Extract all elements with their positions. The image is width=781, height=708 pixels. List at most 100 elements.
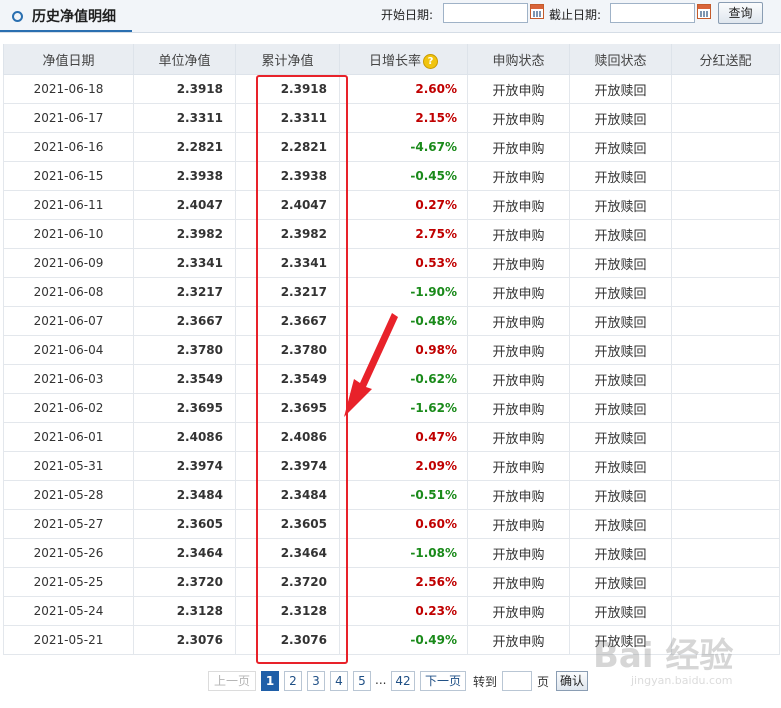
page-button-4[interactable]: 4 — [330, 671, 348, 691]
dividend-cell — [671, 567, 780, 597]
redemption-status-cell: 开放赎回 — [569, 364, 672, 394]
unit-nav-cell: 2.3605 — [133, 509, 236, 539]
nav-date-cell: 2021-06-16 — [3, 132, 134, 162]
end-date-input[interactable] — [610, 3, 695, 23]
start-date-input[interactable] — [443, 3, 528, 23]
unit-nav-cell: 2.3311 — [133, 103, 236, 133]
page-button-5[interactable]: 5 — [353, 671, 371, 691]
accumulated-nav-cell: 2.3918 — [235, 74, 340, 104]
daily-growth-cell: -1.90% — [339, 277, 468, 307]
redemption-status-cell: 开放赎回 — [569, 422, 672, 452]
redemption-status-cell: 开放赎回 — [569, 219, 672, 249]
table-row: 2021-05-27 2.3605 2.3605 0.60% 开放申购 开放赎回 — [3, 509, 780, 539]
dividend-cell — [671, 509, 780, 539]
page-button-3[interactable]: 3 — [307, 671, 325, 691]
column-header-dividend: 分红送配 — [671, 44, 780, 75]
daily-growth-cell: 2.75% — [339, 219, 468, 249]
page-button-1[interactable]: 1 — [261, 671, 279, 691]
table-row: 2021-05-24 2.3128 2.3128 0.23% 开放申购 开放赎回 — [3, 596, 780, 626]
purchase-status-cell: 开放申购 — [467, 596, 570, 626]
goto-page-input[interactable] — [502, 671, 532, 691]
daily-growth-cell: 2.60% — [339, 74, 468, 104]
page-button-last[interactable]: 42 — [391, 671, 415, 691]
purchase-status-cell: 开放申购 — [467, 625, 570, 655]
confirm-button[interactable]: 确认 — [556, 671, 588, 691]
purchase-status-cell: 开放申购 — [467, 480, 570, 510]
purchase-status-cell: 开放申购 — [467, 393, 570, 423]
table-row: 2021-06-10 2.3982 2.3982 2.75% 开放申购 开放赎回 — [3, 219, 780, 249]
nav-date-cell: 2021-06-11 — [3, 190, 134, 220]
redemption-status-cell: 开放赎回 — [569, 306, 672, 336]
purchase-status-cell: 开放申购 — [467, 132, 570, 162]
page-unit-label: 页 — [537, 675, 550, 689]
purchase-status-cell: 开放申购 — [467, 567, 570, 597]
nav-date-cell: 2021-05-31 — [3, 451, 134, 481]
dividend-cell — [671, 451, 780, 481]
dividend-cell — [671, 103, 780, 133]
column-header-accumulated-nav: 累计净值 — [235, 44, 340, 75]
nav-date-cell: 2021-06-03 — [3, 364, 134, 394]
accumulated-nav-cell: 2.3311 — [235, 103, 340, 133]
dividend-cell — [671, 306, 780, 336]
column-header-daily-growth: 日增长率? — [339, 44, 468, 75]
daily-growth-cell: -0.51% — [339, 480, 468, 510]
table-row: 2021-06-09 2.3341 2.3341 0.53% 开放申购 开放赎回 — [3, 248, 780, 278]
nav-date-cell: 2021-05-25 — [3, 567, 134, 597]
nav-date-cell: 2021-05-24 — [3, 596, 134, 626]
daily-growth-cell: 2.56% — [339, 567, 468, 597]
column-header-unit-nav: 单位净值 — [133, 44, 236, 75]
unit-nav-cell: 2.3974 — [133, 451, 236, 481]
accumulated-nav-cell: 2.3974 — [235, 451, 340, 481]
redemption-status-cell: 开放赎回 — [569, 625, 672, 655]
question-icon[interactable]: ? — [423, 53, 438, 69]
daily-growth-cell: 2.09% — [339, 451, 468, 481]
table-row: 2021-05-28 2.3484 2.3484 -0.51% 开放申购 开放赎回 — [3, 480, 780, 510]
dividend-cell — [671, 335, 780, 365]
page-button-2[interactable]: 2 — [284, 671, 302, 691]
calendar-icon[interactable] — [530, 4, 544, 19]
unit-nav-cell: 2.3918 — [133, 74, 236, 104]
purchase-status-cell: 开放申购 — [467, 306, 570, 336]
unit-nav-cell: 2.3217 — [133, 277, 236, 307]
redemption-status-cell: 开放赎回 — [569, 509, 672, 539]
nav-date-cell: 2021-06-15 — [3, 161, 134, 191]
dividend-cell — [671, 132, 780, 162]
unit-nav-cell: 2.3464 — [133, 538, 236, 568]
redemption-status-cell: 开放赎回 — [569, 132, 672, 162]
end-date-label: 截止日期: — [549, 8, 602, 22]
table-row: 2021-05-25 2.3720 2.3720 2.56% 开放申购 开放赎回 — [3, 567, 780, 597]
daily-growth-cell: 0.60% — [339, 509, 468, 539]
accumulated-nav-cell: 2.3938 — [235, 161, 340, 191]
dividend-cell — [671, 480, 780, 510]
nav-date-cell: 2021-06-01 — [3, 422, 134, 452]
table-row: 2021-05-26 2.3464 2.3464 -1.08% 开放申购 开放赎回 — [3, 538, 780, 568]
accumulated-nav-cell: 2.4086 — [235, 422, 340, 452]
dividend-cell — [671, 364, 780, 394]
unit-nav-cell: 2.2821 — [133, 132, 236, 162]
purchase-status-cell: 开放申购 — [467, 219, 570, 249]
unit-nav-cell: 2.4086 — [133, 422, 236, 452]
accumulated-nav-cell: 2.3982 — [235, 219, 340, 249]
daily-growth-cell: -1.08% — [339, 538, 468, 568]
unit-nav-cell: 2.4047 — [133, 190, 236, 220]
nav-date-cell: 2021-06-07 — [3, 306, 134, 336]
dividend-cell — [671, 74, 780, 104]
nav-date-cell: 2021-06-10 — [3, 219, 134, 249]
dividend-cell — [671, 422, 780, 452]
purchase-status-cell: 开放申购 — [467, 422, 570, 452]
purchase-status-cell: 开放申购 — [467, 161, 570, 191]
daily-growth-cell: -4.67% — [339, 132, 468, 162]
column-header-redemption-status: 赎回状态 — [569, 44, 672, 75]
unit-nav-cell: 2.3720 — [133, 567, 236, 597]
next-page-button[interactable]: 下一页 — [420, 671, 466, 691]
accumulated-nav-cell: 2.3128 — [235, 596, 340, 626]
accumulated-nav-cell: 2.3464 — [235, 538, 340, 568]
column-header-date: 净值日期 — [3, 44, 134, 75]
prev-page-button[interactable]: 上一页 — [208, 671, 256, 691]
circle-icon — [12, 10, 23, 22]
accumulated-nav-cell: 2.3780 — [235, 335, 340, 365]
calendar-icon[interactable] — [697, 4, 711, 19]
query-button[interactable]: 查询 — [718, 2, 763, 24]
accumulated-nav-cell: 2.2821 — [235, 132, 340, 162]
unit-nav-cell: 2.3667 — [133, 306, 236, 336]
